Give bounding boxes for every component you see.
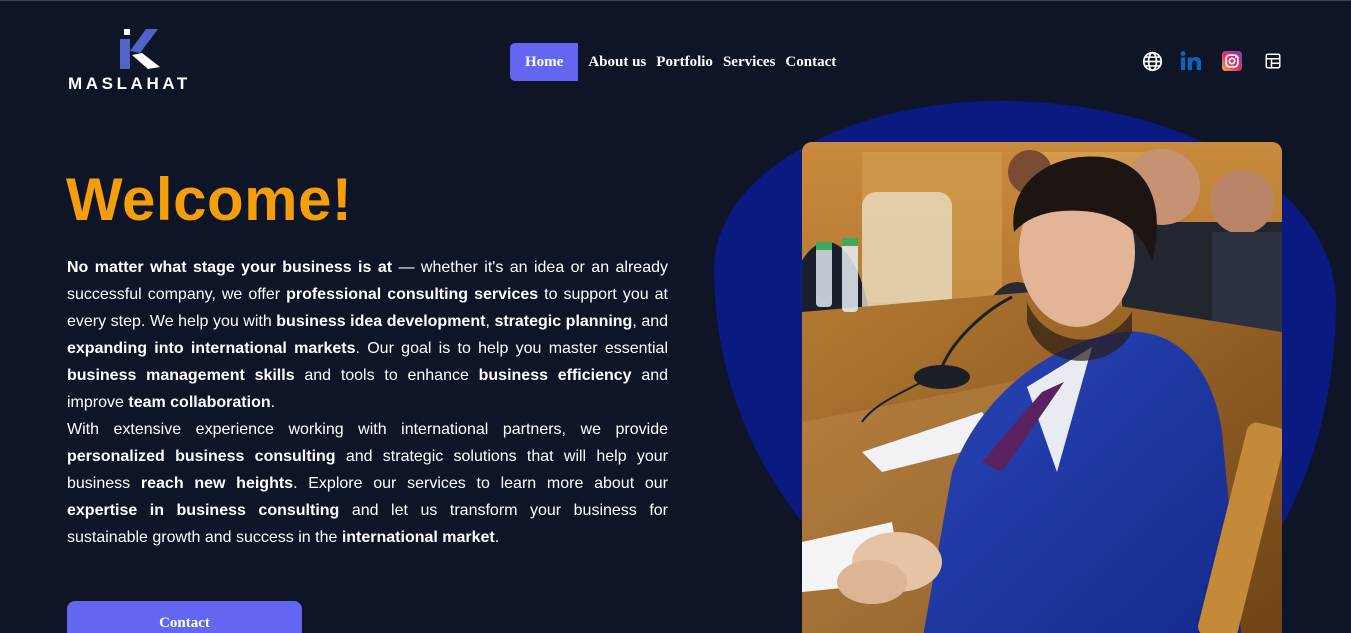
highlight-text: business management skills <box>67 367 295 384</box>
nav-about-us[interactable]: About us <box>588 43 646 81</box>
highlight-text: reach new heights <box>140 475 294 492</box>
highlight-text: personalized business consulting <box>67 448 336 465</box>
body-text: . <box>494 529 500 546</box>
globe-icon[interactable] <box>1141 50 1163 72</box>
highlight-text: professional consulting services <box>286 286 539 303</box>
highlight-text: business idea development <box>276 313 486 330</box>
instagram-icon[interactable] <box>1221 50 1243 72</box>
nav-home[interactable]: Home <box>510 43 579 81</box>
body-text: and tools to enhance <box>294 367 479 384</box>
brand-name: MASLAHAT <box>68 74 191 93</box>
page-title: Welcome! <box>66 166 353 233</box>
calendar-icon[interactable] <box>1262 50 1284 72</box>
nav-contact[interactable]: Contact <box>785 43 836 81</box>
intro-paragraph-1: No matter what stage your business is at… <box>67 254 668 416</box>
contact-button[interactable]: Contact <box>67 601 302 633</box>
highlight-text: strategic planning <box>494 313 633 330</box>
body-text: . <box>270 394 276 411</box>
body-text: With extensive experience working with i… <box>67 421 668 438</box>
highlight-text: expertise in business consulting <box>67 502 340 519</box>
logo-mark-icon <box>120 29 160 69</box>
body-text: . Explore our services to learn more abo… <box>293 475 669 492</box>
main-nav: Home About us Portfolio Services Contact <box>510 43 846 81</box>
intro-paragraph-2: With extensive experience working with i… <box>67 416 668 551</box>
brand-logo[interactable]: MASLAHAT <box>68 27 208 93</box>
highlight-text: No matter what stage your business is at <box>67 259 393 276</box>
body-text: . Our goal is to help you master essenti… <box>355 340 669 357</box>
hero-photo <box>802 142 1282 633</box>
nav-portfolio[interactable]: Portfolio <box>656 43 713 81</box>
social-links <box>1141 50 1284 72</box>
body-text: , and <box>632 313 669 330</box>
highlight-text: team collaboration <box>128 394 271 411</box>
linkedin-icon[interactable] <box>1180 50 1202 72</box>
intro-text: No matter what stage your business is at… <box>67 254 668 551</box>
highlight-text: international market <box>341 529 495 546</box>
highlight-text: business efficiency <box>478 367 632 384</box>
highlight-text: expanding into international markets <box>67 340 356 357</box>
nav-services[interactable]: Services <box>723 43 775 81</box>
